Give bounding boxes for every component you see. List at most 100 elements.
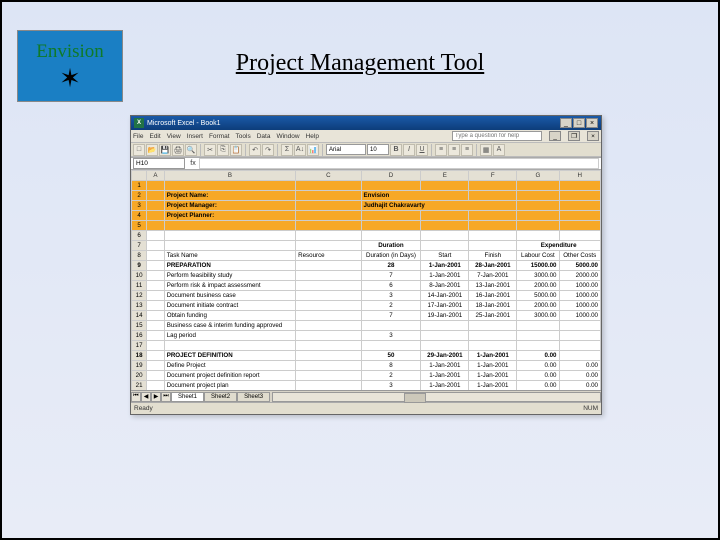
cell-task[interactable]: Document business case xyxy=(164,291,295,301)
col-header-G[interactable]: G xyxy=(517,171,559,181)
bold-icon[interactable]: B xyxy=(390,144,402,156)
cell-task[interactable]: Define Project xyxy=(164,361,295,371)
cell-task[interactable]: Perform feasibility study xyxy=(164,271,295,281)
row-header[interactable]: 20 xyxy=(132,371,147,381)
row-header[interactable]: 21 xyxy=(132,381,147,391)
name-box[interactable]: H10 xyxy=(133,158,185,169)
menu-tools[interactable]: Tools xyxy=(236,133,251,140)
cell-finish[interactable]: 1-Jan-2001 xyxy=(469,361,517,371)
cell-labour[interactable]: 15000.00 xyxy=(517,261,559,271)
cell-start[interactable]: 8-Jan-2001 xyxy=(421,281,469,291)
cell-duration[interactable]: 6 xyxy=(361,281,421,291)
menu-edit[interactable]: Edit xyxy=(149,133,160,140)
cell[interactable] xyxy=(147,281,164,291)
cell-duration[interactable]: 7 xyxy=(361,311,421,321)
cell-resource[interactable] xyxy=(296,271,361,281)
cell[interactable] xyxy=(147,261,164,271)
cell-task[interactable]: PROJECT DEFINITION xyxy=(164,351,295,361)
cell-resource[interactable] xyxy=(296,351,361,361)
cell-duration[interactable] xyxy=(361,341,421,351)
cell-task[interactable]: Document project definition report xyxy=(164,371,295,381)
cell-finish[interactable] xyxy=(469,341,517,351)
cell[interactable] xyxy=(147,341,164,351)
cell-labour[interactable]: 2000.00 xyxy=(517,281,559,291)
table-row[interactable]: 10Perform feasibility study71-Jan-20017-… xyxy=(132,271,601,281)
menu-file[interactable]: File xyxy=(133,133,143,140)
underline-icon[interactable]: U xyxy=(416,144,428,156)
redo-icon[interactable]: ↷ xyxy=(262,144,274,156)
row-header[interactable]: 12 xyxy=(132,291,147,301)
cell-finish[interactable]: 16-Jan-2001 xyxy=(469,291,517,301)
align-center-icon[interactable]: ≡ xyxy=(448,144,460,156)
cell[interactable] xyxy=(147,271,164,281)
col-header-A[interactable]: A xyxy=(147,171,164,181)
row-header[interactable]: 15 xyxy=(132,321,147,331)
cell-duration[interactable]: 3 xyxy=(361,291,421,301)
cut-icon[interactable]: ✂ xyxy=(204,144,216,156)
sum-icon[interactable]: Σ xyxy=(281,144,293,156)
cell-labour[interactable]: 0.00 xyxy=(517,381,559,391)
row-header[interactable]: 18 xyxy=(132,351,147,361)
tab-nav-first-icon[interactable]: ⏮ xyxy=(131,392,141,402)
cell-finish[interactable]: 28-Jan-2001 xyxy=(469,261,517,271)
table-row[interactable]: 16Lag period3 xyxy=(132,331,601,341)
cell-start[interactable]: 1-Jan-2001 xyxy=(421,361,469,371)
table-row[interactable]: 18PROJECT DEFINITION5029-Jan-20011-Jan-2… xyxy=(132,351,601,361)
cell-labour[interactable] xyxy=(517,321,559,331)
row-header[interactable]: 16 xyxy=(132,331,147,341)
cell-finish[interactable]: 1-Jan-2001 xyxy=(469,381,517,391)
row-header[interactable]: 14 xyxy=(132,311,147,321)
copy-icon[interactable]: ⎘ xyxy=(217,144,229,156)
cell-other[interactable] xyxy=(559,321,601,331)
align-left-icon[interactable]: ≡ xyxy=(435,144,447,156)
cell-duration[interactable]: 3 xyxy=(361,381,421,391)
italic-icon[interactable]: I xyxy=(403,144,415,156)
tab-nav-last-icon[interactable]: ⏭ xyxy=(161,392,171,402)
cell-other[interactable]: 0.00 xyxy=(559,371,601,381)
menu-format[interactable]: Format xyxy=(209,133,230,140)
cell-duration[interactable]: 2 xyxy=(361,301,421,311)
fill-color-icon[interactable]: ▦ xyxy=(480,144,492,156)
cell-finish[interactable]: 1-Jan-2001 xyxy=(469,371,517,381)
chart-icon[interactable]: 📊 xyxy=(307,144,319,156)
cell-resource[interactable] xyxy=(296,311,361,321)
select-all-corner[interactable] xyxy=(132,171,147,181)
cell-other[interactable]: 2000.00 xyxy=(559,271,601,281)
cell-finish[interactable] xyxy=(469,331,517,341)
table-row[interactable]: 13Document initiate contract217-Jan-2001… xyxy=(132,301,601,311)
minimize-button[interactable]: _ xyxy=(560,118,572,128)
sheet-tab-2[interactable]: Sheet2 xyxy=(204,392,237,402)
table-row[interactable]: 21Document project plan31-Jan-20011-Jan-… xyxy=(132,381,601,391)
cell-resource[interactable] xyxy=(296,321,361,331)
menu-help[interactable]: Help xyxy=(306,133,319,140)
cell-resource[interactable] xyxy=(296,261,361,271)
cell-task[interactable]: Perform risk & impact assessment xyxy=(164,281,295,291)
table-row[interactable]: 19Define Project81-Jan-20011-Jan-20010.0… xyxy=(132,361,601,371)
cell-finish[interactable]: 7-Jan-2001 xyxy=(469,271,517,281)
cell-start[interactable]: 29-Jan-2001 xyxy=(421,351,469,361)
menu-view[interactable]: View xyxy=(167,133,181,140)
cell-resource[interactable] xyxy=(296,371,361,381)
maximize-button[interactable]: □ xyxy=(573,118,585,128)
cell[interactable] xyxy=(147,351,164,361)
cell-task[interactable]: Document project plan xyxy=(164,381,295,391)
close-button[interactable]: × xyxy=(586,118,598,128)
help-search-input[interactable] xyxy=(452,131,542,141)
cell-other[interactable]: 1000.00 xyxy=(559,311,601,321)
cell[interactable] xyxy=(147,381,164,391)
horizontal-scrollbar[interactable] xyxy=(272,392,601,402)
fx-icon[interactable]: fx xyxy=(187,160,199,167)
col-header-B[interactable]: B xyxy=(164,171,295,181)
font-color-icon[interactable]: A xyxy=(493,144,505,156)
cell[interactable] xyxy=(147,371,164,381)
cell-task[interactable] xyxy=(164,341,295,351)
sheet-tab-3[interactable]: Sheet3 xyxy=(237,392,270,402)
cell-duration[interactable]: 7 xyxy=(361,271,421,281)
save-icon[interactable]: 💾 xyxy=(159,144,171,156)
table-row[interactable]: 9PREPARATION281-Jan-200128-Jan-200115000… xyxy=(132,261,601,271)
align-right-icon[interactable]: ≡ xyxy=(461,144,473,156)
row-header[interactable]: 11 xyxy=(132,281,147,291)
cell-start[interactable] xyxy=(421,341,469,351)
cell-resource[interactable] xyxy=(296,361,361,371)
cell-start[interactable]: 17-Jan-2001 xyxy=(421,301,469,311)
